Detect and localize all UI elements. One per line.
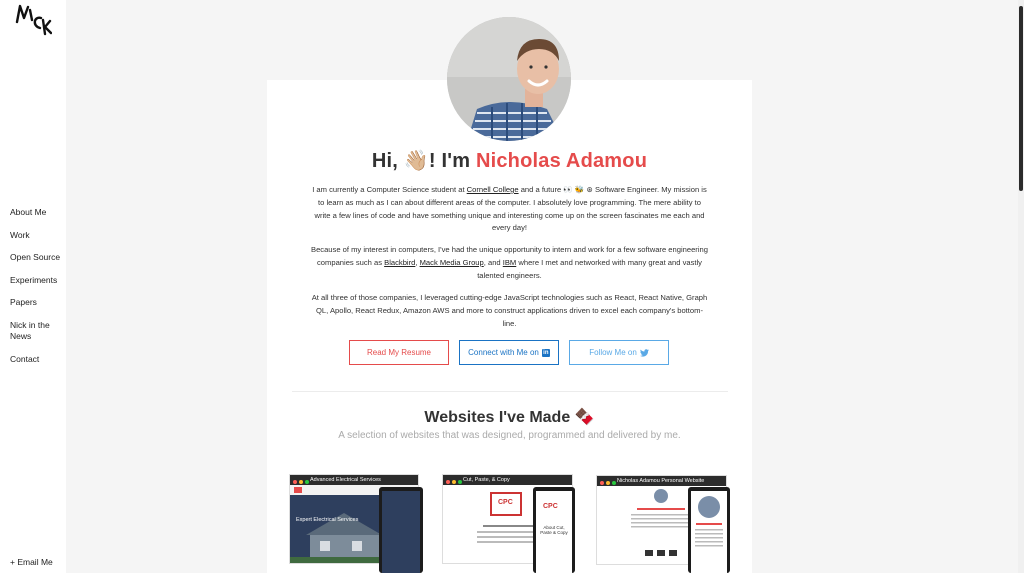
bio-paragraph-3: At all three of those companies, I lever…	[311, 293, 708, 328]
profile-avatar	[447, 17, 571, 141]
sidebar-item-papers[interactable]: Papers	[10, 297, 62, 309]
website-name: Cut, Paste, & Copy	[463, 477, 510, 483]
sidebar-nav: About Me Work Open Source Experiments Pa…	[10, 207, 62, 376]
sidebar-item-experiments[interactable]: Experiments	[10, 275, 62, 287]
page-scrollbar[interactable]	[1018, 0, 1024, 573]
author-name: Nicholas Adamou	[475, 150, 648, 172]
websites-section-title: Websites I've Made 🍫	[424, 409, 595, 426]
window-controls-icon	[600, 479, 618, 489]
hero-text: Expert Electrical Services	[296, 517, 359, 523]
sidebar-item-contact[interactable]: Contact	[10, 354, 62, 366]
read-resume-button[interactable]: Read My Resume	[349, 340, 449, 365]
phone-mockup: CPC About Cut, Paste & Copy	[533, 487, 575, 573]
sidebar-item-open-source[interactable]: Open Source	[10, 252, 62, 264]
sidebar-item-work[interactable]: Work	[10, 230, 62, 242]
sidebar-item-about-me[interactable]: About Me	[10, 207, 62, 219]
blackbird-link[interactable]: Blackbird	[384, 258, 415, 267]
bio-text: , and	[483, 257, 503, 267]
browser-bar: Cut, Paste, & Copy	[443, 475, 572, 485]
bio-paragraph-2: Because of my interest in computers, I'v…	[310, 244, 709, 282]
greeting-text: Hi,	[371, 150, 404, 172]
twitter-button[interactable]: Follow Me on	[569, 340, 669, 365]
websites-section-subtitle: A selection of websites that was designe…	[338, 430, 681, 441]
scrollbar-thumb[interactable]	[1019, 6, 1023, 191]
cpc-logo-mobile: CPC	[543, 503, 558, 510]
cpc-caption: About Cut, Paste & Copy	[540, 525, 568, 535]
website-name: Nicholas Adamou Personal Website	[617, 478, 705, 484]
email-me-link[interactable]: + Email Me	[10, 557, 53, 567]
section-divider	[292, 391, 728, 392]
window-controls-icon	[446, 478, 464, 488]
window-controls-icon	[293, 478, 311, 488]
cpc-logo: CPC	[498, 499, 513, 506]
browser-bar: Advanced Electrical Services	[290, 475, 418, 485]
linkedin-button[interactable]: Connect with Me on in	[459, 340, 559, 365]
linkedin-icon: in	[541, 348, 550, 357]
twitter-icon	[639, 348, 649, 357]
phone-mockup	[688, 487, 730, 573]
read-resume-label: Read My Resume	[366, 348, 432, 357]
cornell-college-link[interactable]: Cornell College	[467, 185, 519, 194]
greeting-text-mid: ! I'm	[428, 150, 476, 172]
mack-media-group-link[interactable]: Mack Media Group	[420, 258, 484, 267]
page-title: Hi, 👋🏼! I'm Nicholas Adamou	[267, 148, 752, 173]
bio-text: I am currently a Computer Science studen…	[312, 185, 467, 194]
wave-emoji-icon: 👋🏼	[403, 150, 429, 172]
nick-logo[interactable]	[14, 4, 52, 36]
website-name: Advanced Electrical Services	[310, 477, 381, 483]
linkedin-label: Connect with Me on	[468, 348, 539, 357]
sidebar-item-nick-in-the-news[interactable]: Nick in the News	[10, 320, 62, 343]
ibm-link[interactable]: IBM	[503, 258, 517, 267]
sidebar: About Me Work Open Source Experiments Pa…	[0, 0, 66, 573]
bio-paragraph-1: I am currently a Computer Science studen…	[310, 184, 709, 235]
browser-bar: Nicholas Adamou Personal Website	[597, 476, 726, 486]
twitter-label: Follow Me on	[589, 348, 637, 357]
phone-mockup	[379, 487, 423, 573]
